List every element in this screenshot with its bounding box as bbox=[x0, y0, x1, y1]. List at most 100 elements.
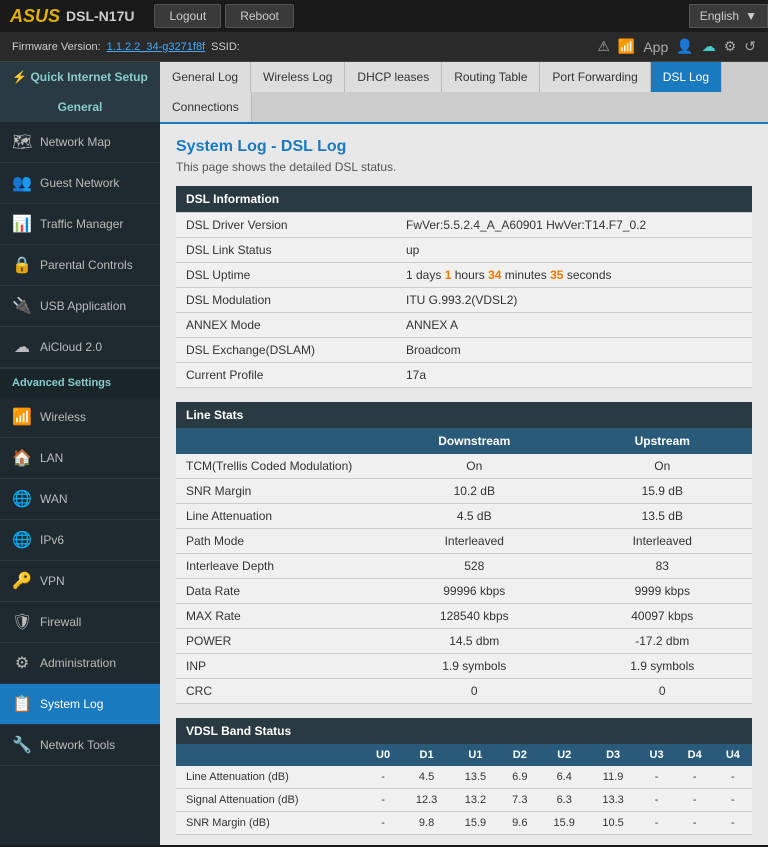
reboot-button[interactable]: Reboot bbox=[225, 4, 294, 28]
uptime-seconds: 35 bbox=[550, 268, 563, 282]
row-label: DSL Link Status bbox=[176, 238, 396, 263]
sidebar-item-label: Firewall bbox=[40, 615, 81, 629]
usb-app-icon: 🔌 bbox=[12, 296, 32, 316]
sidebar-item-firewall[interactable]: 🛡 Firewall bbox=[0, 602, 160, 643]
row-value: Broadcom bbox=[396, 338, 752, 363]
cell: 15.9 bbox=[540, 812, 589, 835]
cell: - bbox=[714, 812, 752, 835]
quick-setup-icon: ⚡ bbox=[12, 70, 27, 84]
table-row: DSL Modulation ITU G.993.2(VDSL2) bbox=[176, 288, 752, 313]
cell: 13.3 bbox=[589, 789, 638, 812]
row-downstream: 1.9 symbols bbox=[376, 654, 573, 679]
stats-col-label bbox=[176, 428, 376, 454]
sidebar-item-guest-network[interactable]: 👥 Guest Network bbox=[0, 163, 160, 204]
uptime-hours: 1 bbox=[445, 268, 452, 282]
cell: 15.9 bbox=[451, 812, 500, 835]
row-value: 17a bbox=[396, 363, 752, 388]
settings-icon: ⚙ bbox=[724, 38, 737, 55]
sidebar-item-lan[interactable]: 🏠 LAN bbox=[0, 438, 160, 479]
logo-model: DSL-N17U bbox=[66, 8, 134, 24]
row-label: ANNEX Mode bbox=[176, 313, 396, 338]
row-label: Line Attenuation bbox=[176, 504, 376, 529]
sidebar-quick-setup[interactable]: ⚡ Quick Internet Setup bbox=[0, 62, 160, 92]
row-downstream: Interleaved bbox=[376, 529, 573, 554]
cell: - bbox=[638, 766, 676, 789]
sidebar-item-administration[interactable]: ⚙ Administration bbox=[0, 643, 160, 684]
sidebar-item-network-map[interactable]: 🗺 Network Map bbox=[0, 122, 160, 163]
logo-asus: ASUS bbox=[10, 6, 60, 27]
row-downstream: 99996 kbps bbox=[376, 579, 573, 604]
logo-area: ASUS DSL-N17U bbox=[0, 6, 144, 27]
row-downstream: On bbox=[376, 454, 573, 479]
sidebar-item-wan[interactable]: 🌐 WAN bbox=[0, 479, 160, 520]
row-upstream: 15.9 dB bbox=[573, 479, 752, 504]
sidebar-item-label: WAN bbox=[40, 492, 68, 506]
tab-dhcp-leases[interactable]: DHCP leases bbox=[345, 62, 442, 92]
dsl-info-table: DSL Information DSL Driver Version FwVer… bbox=[176, 186, 752, 388]
row-label: MAX Rate bbox=[176, 604, 376, 629]
row-upstream: -17.2 dbm bbox=[573, 629, 752, 654]
header-buttons: Logout Reboot bbox=[154, 4, 293, 28]
table-row: Line Attenuation (dB) - 4.5 13.5 6.9 6.4… bbox=[176, 766, 752, 789]
tab-connections[interactable]: Connections bbox=[160, 92, 252, 122]
sidebar-item-ipv6[interactable]: 🌐 IPv6 bbox=[0, 520, 160, 561]
tab-dsl-log[interactable]: DSL Log bbox=[651, 62, 722, 92]
guest-network-icon: 👥 bbox=[12, 173, 32, 193]
main-layout: ⚡ Quick Internet Setup General 🗺 Network… bbox=[0, 62, 768, 845]
row-upstream: 1.9 symbols bbox=[573, 654, 752, 679]
tab-wireless-log[interactable]: Wireless Log bbox=[251, 62, 345, 92]
sidebar-item-parental-controls[interactable]: 🔒 Parental Controls bbox=[0, 245, 160, 286]
tab-port-forwarding[interactable]: Port Forwarding bbox=[540, 62, 650, 92]
traffic-manager-icon: 📊 bbox=[12, 214, 32, 234]
vdsl-col-u0: U0 bbox=[364, 744, 402, 766]
cell: 12.3 bbox=[402, 789, 451, 812]
sidebar-item-traffic-manager[interactable]: 📊 Traffic Manager bbox=[0, 204, 160, 245]
row-upstream: 9999 kbps bbox=[573, 579, 752, 604]
table-row: DSL Driver Version FwVer:5.5.2.4_A_A6090… bbox=[176, 213, 752, 238]
system-log-icon: 📋 bbox=[12, 694, 32, 714]
sidebar-item-vpn[interactable]: 🔑 VPN bbox=[0, 561, 160, 602]
chevron-down-icon: ▼ bbox=[745, 9, 757, 23]
row-upstream: 0 bbox=[573, 679, 752, 704]
vdsl-col-label bbox=[176, 744, 364, 766]
cloud-icon: ☁ bbox=[702, 38, 716, 55]
line-stats-header: Line Stats bbox=[176, 402, 752, 428]
row-value: FwVer:5.5.2.4_A_A60901 HwVer:T14.F7_0.2 bbox=[396, 213, 752, 238]
vdsl-col-d2: D2 bbox=[500, 744, 540, 766]
table-row: POWER 14.5 dbm -17.2 dbm bbox=[176, 629, 752, 654]
row-label: Data Rate bbox=[176, 579, 376, 604]
vdsl-col-u1: U1 bbox=[451, 744, 500, 766]
sidebar-item-label: Guest Network bbox=[40, 176, 119, 190]
row-upstream: 40097 kbps bbox=[573, 604, 752, 629]
cell: 6.3 bbox=[540, 789, 589, 812]
content-area: General Log Wireless Log DHCP leases Rou… bbox=[160, 62, 768, 845]
tab-general-log[interactable]: General Log bbox=[160, 62, 251, 92]
row-downstream: 128540 kbps bbox=[376, 604, 573, 629]
firmware-version[interactable]: 1.1.2.2_34-g3271f8f bbox=[107, 41, 205, 53]
table-row: Signal Attenuation (dB) - 12.3 13.2 7.3 … bbox=[176, 789, 752, 812]
sidebar-item-wireless[interactable]: 📶 Wireless bbox=[0, 397, 160, 438]
language-selector[interactable]: English ▼ bbox=[689, 4, 768, 28]
cell: - bbox=[676, 789, 714, 812]
firewall-icon: 🛡 bbox=[12, 612, 32, 632]
row-label: Line Attenuation (dB) bbox=[176, 766, 364, 789]
sidebar-item-usb-app[interactable]: 🔌 USB Application bbox=[0, 286, 160, 327]
row-label: SNR Margin (dB) bbox=[176, 812, 364, 835]
row-label: Current Profile bbox=[176, 363, 396, 388]
table-row: MAX Rate 128540 kbps 40097 kbps bbox=[176, 604, 752, 629]
wifi-icon: 📶 bbox=[618, 38, 635, 55]
table-row: DSL Uptime 1 days 1 hours 34 minutes 35 … bbox=[176, 263, 752, 288]
table-row: TCM(Trellis Coded Modulation) On On bbox=[176, 454, 752, 479]
sidebar-general-header: General bbox=[0, 92, 160, 122]
vdsl-col-d4: D4 bbox=[676, 744, 714, 766]
aicloud-icon: ☁ bbox=[12, 337, 32, 357]
tab-routing-table[interactable]: Routing Table bbox=[442, 62, 540, 92]
sidebar-item-network-tools[interactable]: 🔧 Network Tools bbox=[0, 725, 160, 766]
sidebar-item-aicloud[interactable]: ☁ AiCloud 2.0 bbox=[0, 327, 160, 368]
logout-button[interactable]: Logout bbox=[154, 4, 221, 28]
vdsl-col-d1: D1 bbox=[402, 744, 451, 766]
sidebar: ⚡ Quick Internet Setup General 🗺 Network… bbox=[0, 62, 160, 845]
sidebar-item-system-log[interactable]: 📋 System Log bbox=[0, 684, 160, 725]
row-label: DSL Modulation bbox=[176, 288, 396, 313]
warning-icon: ⚠ bbox=[597, 38, 610, 55]
